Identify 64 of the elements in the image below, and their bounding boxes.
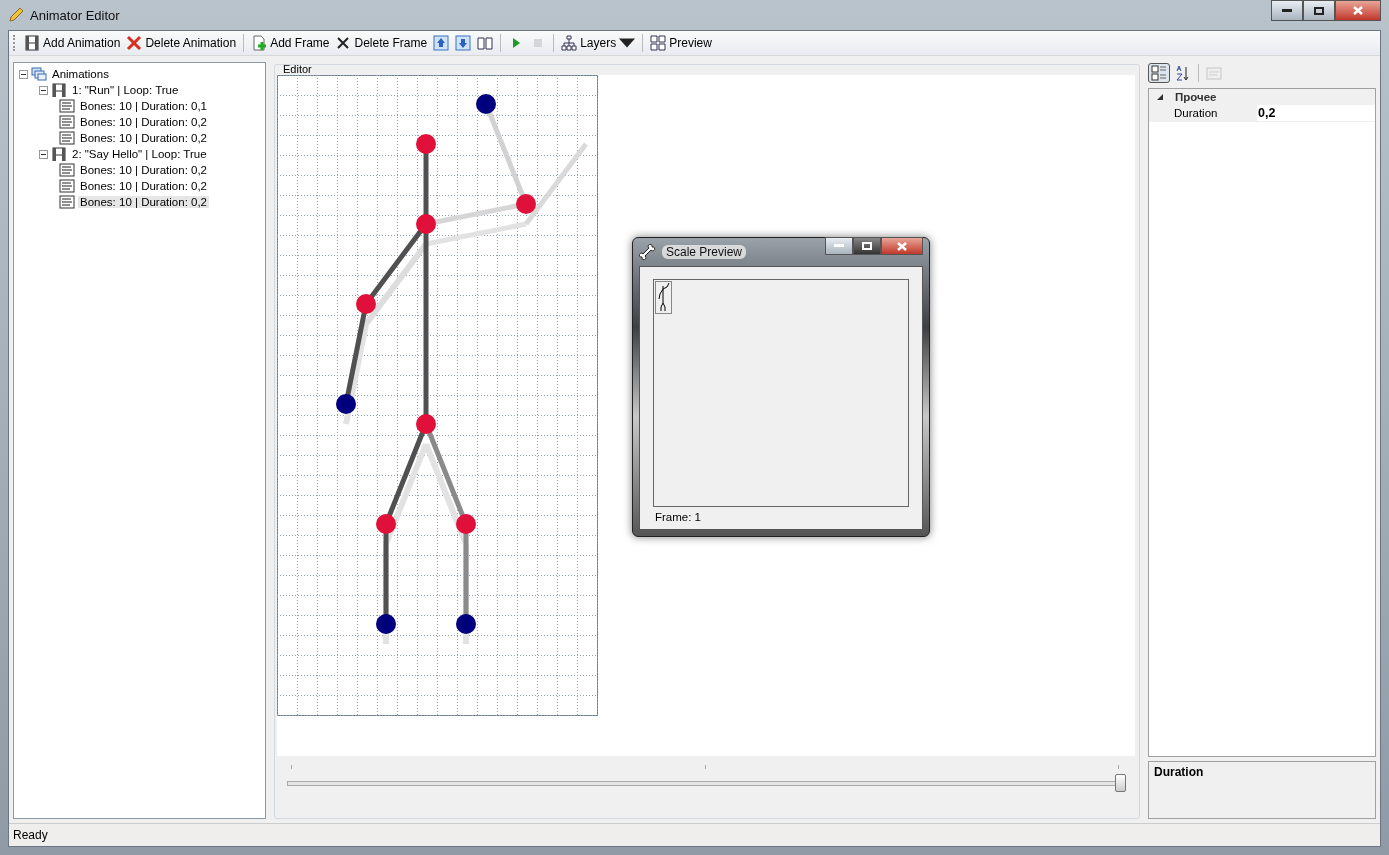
maximize-button[interactable] <box>1303 0 1335 21</box>
tree-item[interactable]: Bones: 10 | Duration: 0,2 <box>78 164 209 176</box>
document-icon <box>59 195 75 209</box>
maximize-icon <box>1314 6 1324 15</box>
document-icon <box>59 115 75 129</box>
property-toolbar-button[interactable] <box>1148 63 1170 83</box>
tree-item[interactable]: 2: "Say Hello" | Loop: True <box>70 148 209 160</box>
window-title: Animator Editor <box>30 7 120 23</box>
document-icon <box>59 179 75 193</box>
close-icon <box>897 241 907 251</box>
close-button[interactable] <box>881 237 923 255</box>
minimize-button[interactable] <box>825 237 853 255</box>
status-text: Ready <box>13 828 48 842</box>
collapse-toggle[interactable] <box>39 149 48 159</box>
tree-item[interactable]: 1: "Run" | Loop: True <box>70 84 181 96</box>
toolbar-button[interactable]: Add Frame <box>248 33 333 53</box>
minimize-button[interactable] <box>1271 0 1303 21</box>
skeleton-thumbnail-drawing <box>655 281 672 314</box>
property-name: Duration <box>1149 105 1257 121</box>
tree-item[interactable]: Animations <box>50 68 111 80</box>
close-icon <box>1353 6 1363 15</box>
tree-item[interactable]: Bones: 10 | Duration: 0,2 <box>78 116 209 128</box>
grid-icon <box>650 35 667 51</box>
bone-icon <box>639 244 657 260</box>
collapse-toggle[interactable] <box>19 69 28 79</box>
document-icon <box>59 163 75 177</box>
group-title: Editor <box>283 63 313 75</box>
toolbar-button[interactable]: Delete Animation <box>123 33 240 53</box>
tree-item[interactable]: Bones: 10 | Duration: 0,2 <box>78 180 209 192</box>
windows-icon <box>31 67 47 81</box>
film-icon <box>51 147 67 161</box>
document-icon <box>59 99 75 113</box>
tree-item[interactable]: Bones: 10 | Duration: 0,2 <box>78 132 209 144</box>
category-label: Прочее <box>1175 91 1217 103</box>
expand-arrow-icon[interactable] <box>1157 94 1163 100</box>
film-icon <box>24 35 40 51</box>
description-title: Duration <box>1154 765 1204 779</box>
property-pages-icon <box>1206 65 1222 81</box>
toolbar-dropdown[interactable]: Layers <box>558 33 639 53</box>
slider-thumb[interactable] <box>1115 774 1126 792</box>
property-value[interactable]: 0,2 <box>1257 106 1276 120</box>
window-title: Scale Preview <box>662 245 747 259</box>
toolbar-button[interactable]: Add Animation <box>21 33 124 53</box>
pencil-icon <box>8 7 24 23</box>
toolbar-button[interactable]: Preview <box>647 33 715 53</box>
hierarchy-icon <box>561 35 578 51</box>
maximize-icon <box>862 242 872 250</box>
tree-item[interactable]: Bones: 10 | Duration: 0,2 <box>78 196 209 208</box>
tree-item[interactable]: Bones: 10 | Duration: 0,1 <box>78 100 209 112</box>
page-plus-icon <box>251 35 268 51</box>
film-icon <box>51 83 67 97</box>
collapse-toggle[interactable] <box>39 85 48 95</box>
toolbar-button[interactable]: Delete Frame <box>332 33 431 53</box>
cross-icon <box>335 35 352 51</box>
cross-icon <box>126 35 143 51</box>
book-icon <box>477 35 494 51</box>
document-icon <box>59 131 75 145</box>
frame-label: Frame: 1 <box>655 511 702 523</box>
maximize-button[interactable] <box>853 237 881 255</box>
minimize-icon <box>1282 8 1292 13</box>
close-button[interactable] <box>1335 0 1381 21</box>
sort-alphabetical-icon <box>1175 65 1191 81</box>
minimize-icon <box>834 244 844 248</box>
categorized-icon <box>1151 65 1167 81</box>
